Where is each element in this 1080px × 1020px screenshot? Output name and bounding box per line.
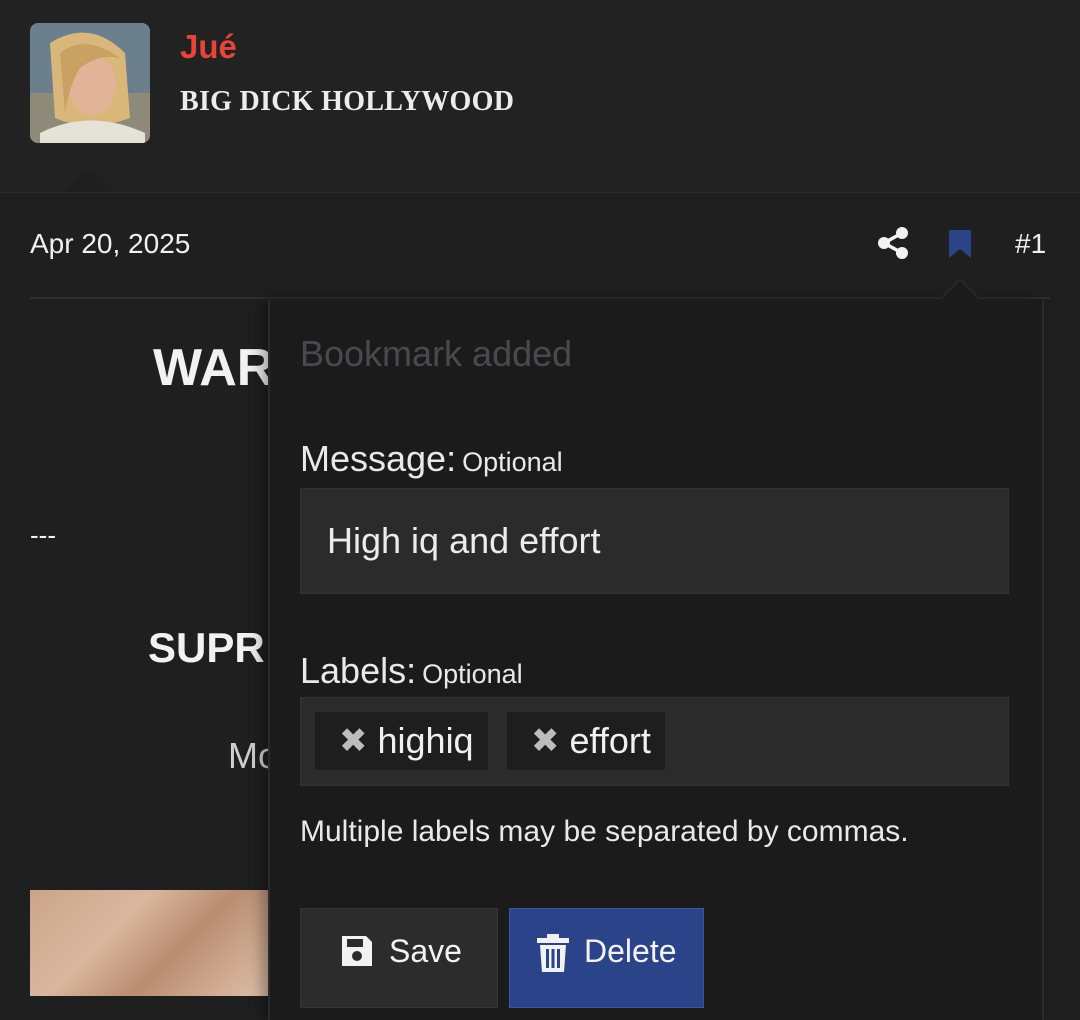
post-number[interactable]: #1 [1015,228,1046,260]
popup-title: Bookmark added [300,333,573,374]
post-divider [30,297,1050,299]
label-tag: ✖ highiq [315,712,488,770]
username[interactable]: Jué [180,28,237,66]
popup-arrow-inner [940,281,980,301]
post-header: Jué BIG DICK HOLLYWOOD [0,0,1080,193]
message-label: Message: Optional [300,438,563,480]
tag-text: effort [569,720,651,761]
labels-label-text: Labels: [300,650,417,691]
delete-button-label: Delete [584,933,677,969]
save-icon [342,936,372,966]
user-title: BIG DICK HOLLYWOOD [180,86,515,117]
tag-remove-icon[interactable]: ✖ [531,721,560,761]
message-label-text: Message: [300,438,457,479]
post-subheading: SUPR [148,624,265,671]
share-icon[interactable] [876,226,910,260]
labels-hint: Multiple labels may be separated by comm… [300,815,909,848]
avatar[interactable] [30,23,150,143]
delete-button[interactable]: Delete [509,908,704,1008]
post-image[interactable] [30,890,270,996]
post-date[interactable]: Apr 20, 2025 [30,228,190,260]
message-optional-hint: Optional [462,447,563,477]
trash-icon [537,934,569,972]
message-input[interactable] [300,488,1009,594]
tag-remove-icon[interactable]: ✖ [339,721,368,761]
save-button-label: Save [389,933,462,969]
save-button[interactable]: Save [300,908,498,1008]
post-heading: WAR [153,339,275,397]
labels-label: Labels: Optional [300,650,523,692]
labels-optional-hint: Optional [422,659,523,689]
labels-input[interactable]: ✖ highiq ✖ effort [300,697,1009,786]
bookmark-icon[interactable] [947,228,973,260]
label-tag: ✖ effort [507,712,665,770]
post-separator: --- [30,520,56,550]
tag-text: highiq [377,720,474,761]
header-notch [64,168,116,192]
